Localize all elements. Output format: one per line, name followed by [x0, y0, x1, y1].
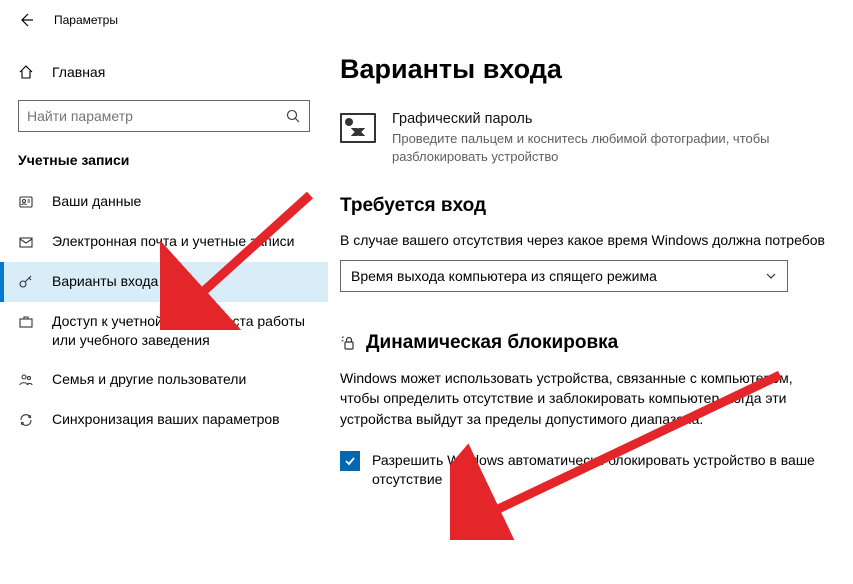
picture-password-option[interactable]: Графический пароль Проведите пальцем и к… [340, 111, 853, 165]
sidebar-item-label: Варианты входа [52, 272, 158, 291]
briefcase-icon [18, 314, 34, 330]
dynamic-lock-checkbox-row[interactable]: Разрешить Windows автоматически блокиров… [340, 451, 830, 489]
sidebar-item-your-info[interactable]: Ваши данные [0, 182, 328, 222]
home-icon [18, 64, 34, 80]
dynamic-lock-checkbox-label: Разрешить Windows автоматически блокиров… [372, 451, 830, 489]
option-title: Графический пароль [392, 111, 853, 127]
dynamic-lock-title: Динамическая блокировка [340, 332, 853, 354]
dynamic-lock-title-text: Динамическая блокировка [366, 332, 618, 354]
sync-icon [18, 412, 34, 428]
category-title: Учетные записи [0, 152, 328, 182]
home-label: Главная [52, 64, 105, 80]
sidebar-item-label: Семья и другие пользователи [52, 370, 246, 389]
sidebar-item-label: Доступ к учетной записи места работы или… [52, 312, 310, 350]
dynamic-lock-checkbox[interactable] [340, 451, 360, 471]
nav-list: Ваши данные Электронная почта и учетные … [0, 182, 328, 440]
sidebar-item-label: Синхронизация ваших параметров [52, 410, 280, 429]
dynamic-lock-desc: Windows может использовать устройства, с… [340, 368, 810, 429]
sidebar-item-email[interactable]: Электронная почта и учетные записи [0, 222, 328, 262]
picture-password-icon [340, 113, 376, 143]
search-icon [285, 108, 301, 124]
mail-icon [18, 234, 34, 250]
option-desc: Проведите пальцем и коснитесь любимой фо… [392, 130, 853, 165]
chevron-down-icon [765, 270, 777, 282]
key-icon [18, 274, 34, 290]
sidebar-item-label: Электронная почта и учетные записи [52, 232, 294, 251]
person-icon [18, 194, 34, 210]
require-signin-title: Требуется вход [340, 195, 853, 217]
require-signin-dropdown[interactable]: Время выхода компьютера из спящего режим… [340, 260, 788, 292]
sidebar-item-family[interactable]: Семья и другие пользователи [0, 360, 328, 400]
require-signin-desc: В случае вашего отсутствия через какое в… [340, 231, 853, 250]
sidebar-item-sync[interactable]: Синхронизация ваших параметров [0, 400, 328, 440]
sidebar-item-label: Ваши данные [52, 192, 141, 211]
app-title: Параметры [54, 13, 118, 27]
back-button[interactable] [18, 12, 34, 28]
people-icon [18, 372, 34, 388]
sidebar-item-signin-options[interactable]: Варианты входа [0, 262, 328, 302]
page-title: Варианты входа [340, 54, 853, 85]
dynamic-lock-icon [340, 334, 358, 352]
dropdown-value: Время выхода компьютера из спящего режим… [351, 268, 765, 284]
search-box[interactable] [18, 100, 310, 132]
home-nav[interactable]: Главная [0, 58, 328, 86]
search-input[interactable] [27, 108, 285, 124]
sidebar-item-work-access[interactable]: Доступ к учетной записи места работы или… [0, 302, 328, 360]
